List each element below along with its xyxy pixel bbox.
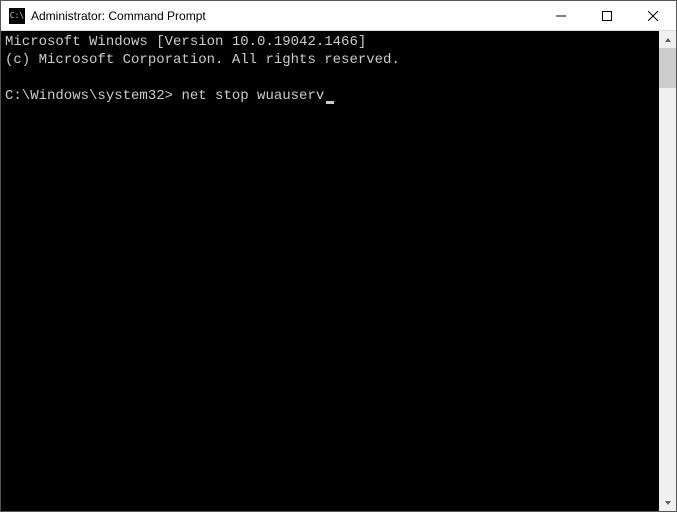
scroll-up-button[interactable] bbox=[659, 31, 676, 48]
console-line: (c) Microsoft Corporation. All rights re… bbox=[5, 52, 400, 68]
scroll-down-button[interactable] bbox=[659, 494, 676, 511]
chevron-down-icon bbox=[664, 499, 672, 507]
prompt-line: C:\Windows\system32> net stop wuauserv bbox=[5, 88, 334, 104]
chevron-up-icon bbox=[664, 36, 672, 44]
titlebar[interactable]: C:\ Administrator: Command Prompt bbox=[1, 1, 676, 31]
vertical-scrollbar[interactable] bbox=[659, 31, 676, 511]
maximize-icon bbox=[602, 11, 612, 21]
text-cursor bbox=[326, 101, 334, 104]
minimize-icon bbox=[556, 11, 566, 21]
scroll-thumb[interactable] bbox=[659, 48, 676, 88]
scroll-track[interactable] bbox=[659, 48, 676, 494]
close-button[interactable] bbox=[630, 1, 676, 30]
window-controls bbox=[538, 1, 676, 30]
maximize-button[interactable] bbox=[584, 1, 630, 30]
app-icon: C:\ bbox=[9, 8, 25, 24]
prompt-path: C:\Windows\system32> bbox=[5, 88, 173, 104]
typed-command: net stop wuauserv bbox=[181, 88, 324, 104]
close-icon bbox=[648, 11, 658, 21]
console-line: Microsoft Windows [Version 10.0.19042.14… bbox=[5, 34, 366, 50]
console-output[interactable]: Microsoft Windows [Version 10.0.19042.14… bbox=[1, 31, 659, 511]
client-area: Microsoft Windows [Version 10.0.19042.14… bbox=[1, 31, 676, 511]
window-title: Administrator: Command Prompt bbox=[31, 9, 538, 23]
command-prompt-window: C:\ Administrator: Command Prompt Micros… bbox=[0, 0, 677, 512]
minimize-button[interactable] bbox=[538, 1, 584, 30]
app-icon-text: C:\ bbox=[10, 12, 24, 20]
